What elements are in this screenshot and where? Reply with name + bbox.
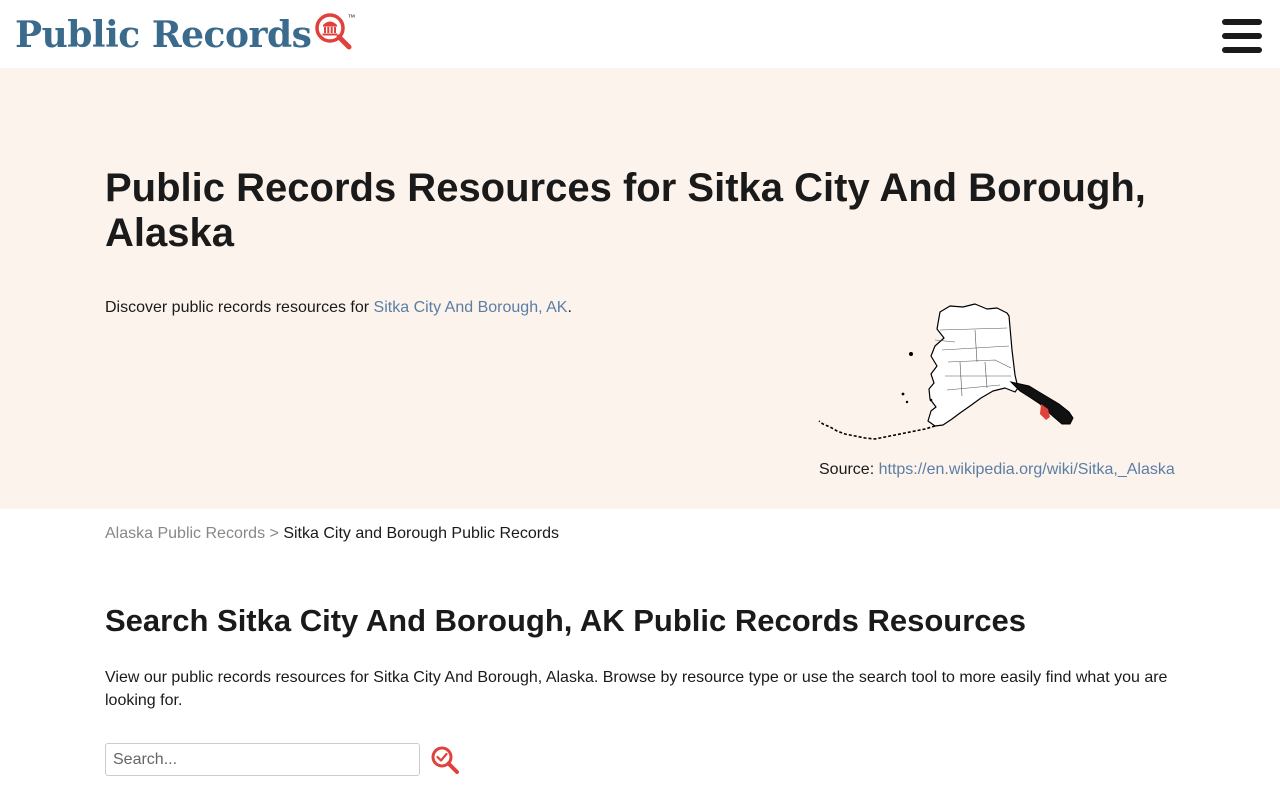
breadcrumb-current: Sitka City and Borough Public Records xyxy=(283,525,560,542)
breadcrumb-parent[interactable]: Alaska Public Records xyxy=(105,525,265,542)
search-button[interactable] xyxy=(430,745,460,775)
alaska-map xyxy=(815,300,1080,442)
site-header: Public Records ™ xyxy=(0,0,1280,68)
image-source: Source: https://en.wikipedia.org/wiki/Si… xyxy=(819,460,1175,480)
search-input[interactable] xyxy=(105,743,420,776)
section-title: Search Sitka City And Borough, AK Public… xyxy=(105,603,1027,638)
hamburger-menu-icon[interactable] xyxy=(1220,16,1264,56)
breadcrumb-separator: > xyxy=(269,525,279,542)
page-title: Public Records Resources for Sitka City … xyxy=(105,166,1146,255)
menu-bar xyxy=(1222,19,1262,25)
source-link[interactable]: https://en.wikipedia.org/wiki/Sitka,_Ala… xyxy=(879,461,1175,478)
site-logo[interactable]: Public Records ™ xyxy=(15,12,356,57)
county-link[interactable]: Sitka City And Borough, AK xyxy=(374,299,568,316)
hero-intro: Discover public records resources for Si… xyxy=(105,298,572,318)
section-description: View our public records resources for Si… xyxy=(105,669,1168,709)
search-check-icon xyxy=(430,746,460,778)
hero-section: Public Records Resources for Sitka City … xyxy=(0,68,1280,509)
trademark-symbol: ™ xyxy=(347,13,356,22)
menu-bar xyxy=(1222,33,1262,39)
menu-bar xyxy=(1222,47,1262,53)
courthouse-magnifier-icon: ™ xyxy=(313,12,356,52)
breadcrumb: Alaska Public Records > Sitka City and B… xyxy=(105,524,559,544)
logo-text: Public Records xyxy=(15,14,312,56)
source-label: Source: xyxy=(819,461,879,478)
intro-prefix: Discover public records resources for xyxy=(105,299,374,316)
intro-suffix: . xyxy=(567,299,572,316)
